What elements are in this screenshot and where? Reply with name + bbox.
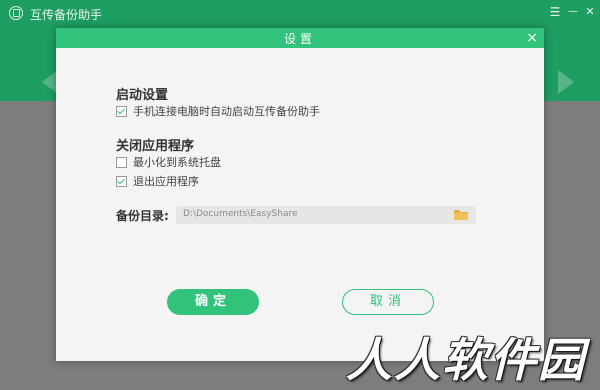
cancel-button[interactable]: 取消: [342, 289, 434, 315]
minimize-to-tray-checkbox[interactable]: [116, 156, 127, 168]
menu-icon[interactable]: ☰: [548, 4, 562, 20]
settings-dialog: 设置 × 启动设置 手机连接电脑时自动启动互传备份助手 关闭应用程序 最小化到系…: [56, 28, 544, 361]
app-title: 互传备份助手: [30, 8, 103, 22]
dialog-close-icon[interactable]: ×: [526, 29, 538, 47]
auto-start-option[interactable]: 手机连接电脑时自动启动互传备份助手: [116, 104, 320, 118]
next-arrow-icon: [558, 70, 574, 94]
dialog-header: 设置 ×: [56, 28, 544, 48]
close-app-heading: 关闭应用程序: [116, 139, 195, 154]
exit-app-option[interactable]: 退出应用程序: [116, 174, 199, 188]
minimize-to-tray-option[interactable]: 最小化到系统托盘: [116, 155, 221, 169]
dialog-title: 设置: [283, 32, 316, 46]
watermark-text: 人人软件园: [346, 333, 586, 387]
auto-start-label: 手机连接电脑时自动启动互传备份助手: [133, 105, 320, 118]
backup-dir-label: 备份目录:: [116, 209, 169, 223]
startup-settings-heading: 启动设置: [116, 88, 169, 103]
exit-app-checkbox[interactable]: [116, 175, 127, 187]
browse-folder-button[interactable]: [446, 206, 476, 224]
ok-button[interactable]: 确定: [167, 289, 259, 315]
exit-app-label: 退出应用程序: [133, 175, 199, 188]
backup-dir-field[interactable]: D:\Documents\EasyShare: [176, 206, 476, 224]
minimize-icon[interactable]: —: [566, 4, 580, 20]
backup-dir-value: D:\Documents\EasyShare: [183, 209, 298, 219]
auto-start-checkbox[interactable]: [116, 105, 127, 117]
folder-icon: [454, 210, 468, 220]
app-logo-icon: [9, 6, 23, 20]
close-app-icon[interactable]: ✕: [583, 4, 597, 20]
minimize-to-tray-label: 最小化到系统托盘: [133, 156, 221, 169]
app-titlebar: 互传备份助手 ☰ — ✕: [0, 0, 600, 28]
